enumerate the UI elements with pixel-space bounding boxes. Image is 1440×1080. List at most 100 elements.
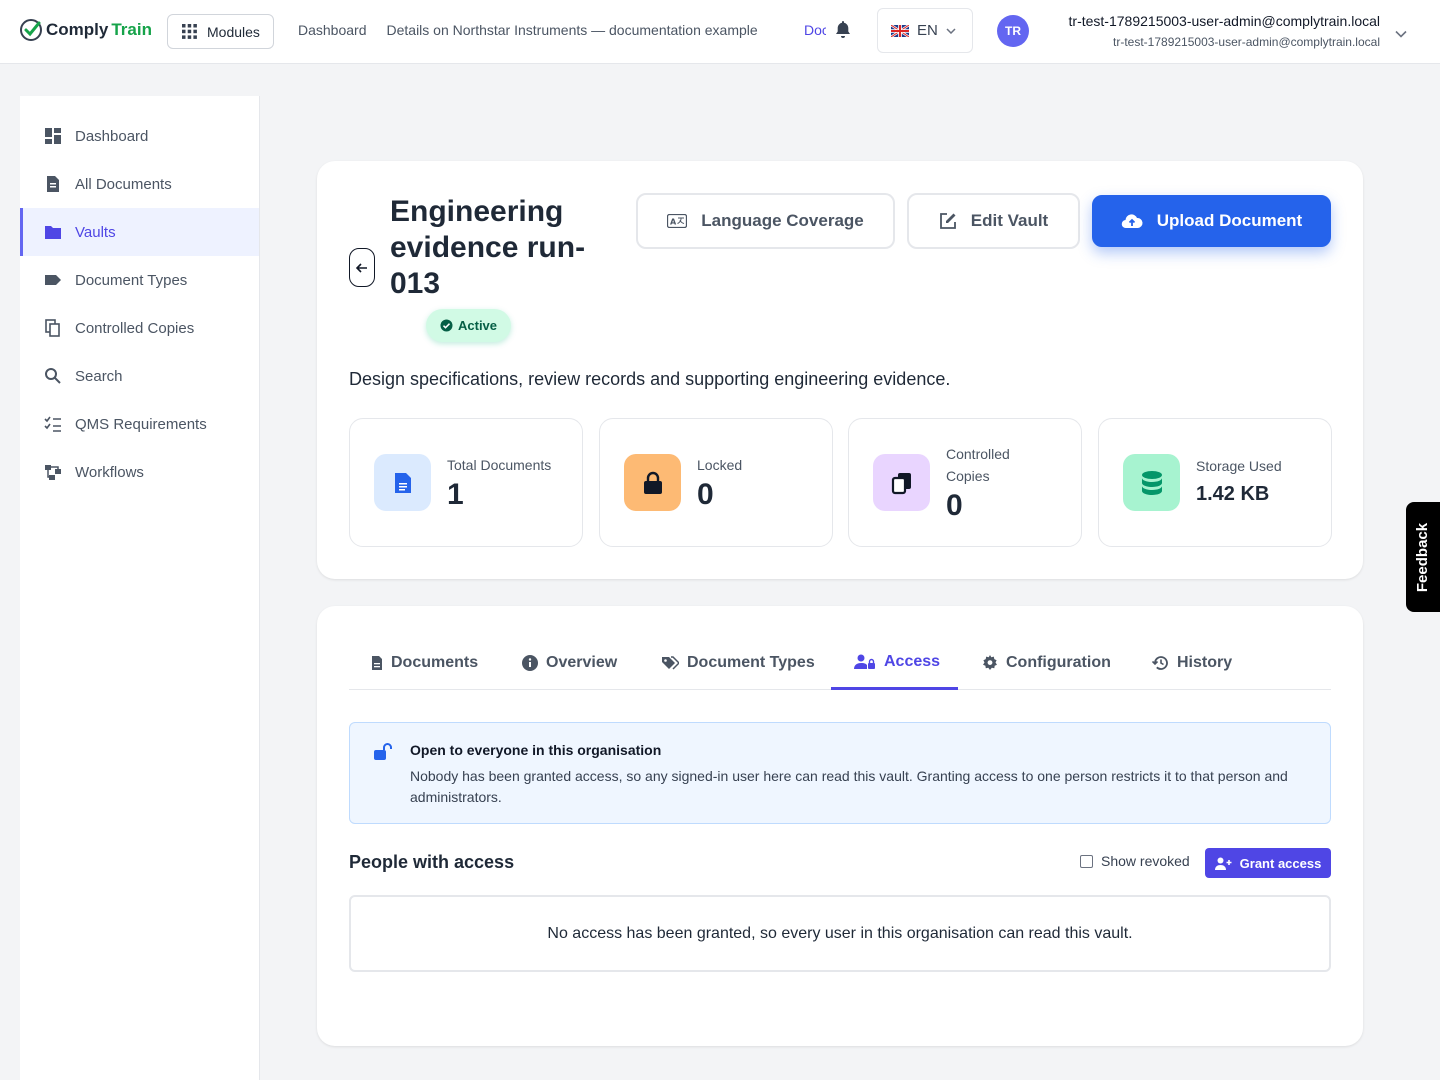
language-coverage-button[interactable]: A Language Coverage <box>636 193 895 249</box>
upload-document-button[interactable]: Upload Document <box>1092 195 1331 247</box>
tab-label: History <box>1177 654 1233 671</box>
search-icon <box>45 368 61 384</box>
modules-label: Modules <box>207 23 260 40</box>
sidebar-item-vaults[interactable]: Vaults <box>20 208 259 256</box>
sidebar-item-label: Workflows <box>75 463 144 481</box>
check-circle-icon <box>440 319 453 332</box>
sidebar-item-label: Dashboard <box>75 127 149 145</box>
sidebar-item-search[interactable]: Search <box>20 352 259 400</box>
edit-vault-button[interactable]: Edit Vault <box>907 193 1080 249</box>
sidebar-item-all-documents[interactable]: All Documents <box>20 160 259 208</box>
tab-label: Overview <box>546 654 618 671</box>
tab-documents[interactable]: Documents <box>371 636 478 690</box>
check-circle-icon <box>20 19 42 41</box>
sidebar-item-label: Document Types <box>75 271 188 289</box>
lock-icon <box>624 454 681 511</box>
show-revoked-label: Show revoked <box>1101 853 1190 869</box>
sidebar: Dashboard All Documents Vaults Document … <box>20 96 260 1080</box>
status-badge: Active <box>426 309 512 342</box>
status-label: Active <box>458 318 498 333</box>
page-title: Engineering evidence run-013 <box>390 195 586 300</box>
stat-locked: Locked 0 <box>599 418 833 547</box>
tab-label: Access <box>884 652 941 670</box>
feedback-button[interactable]: Feedback <box>1406 502 1440 612</box>
breadcrumb-current[interactable]: Documents <box>804 22 826 38</box>
people-with-access-heading: People with access <box>349 852 515 872</box>
tab-label: Document Types <box>687 654 815 671</box>
user-name[interactable]: tr-test-1789215003-user-admin@complytrai… <box>1069 13 1380 29</box>
breadcrumb: Dashboard Details on Northstar Instrumen… <box>298 22 758 38</box>
breadcrumb-organisation[interactable]: Details on Northstar Instruments — docum… <box>387 22 758 38</box>
tab-label: Configuration <box>1006 654 1111 671</box>
info-icon <box>522 655 538 671</box>
breadcrumb-dashboard[interactable]: Dashboard <box>298 22 367 38</box>
cloud-upload-icon <box>1121 214 1143 229</box>
stat-storage-used: Storage Used 1.42 KB <box>1098 418 1332 547</box>
tab-bar: Documents Overview Document Types Access… <box>349 636 1331 690</box>
grant-access-label: Grant access <box>1239 855 1322 871</box>
logo-text-comply: Comply <box>46 20 109 39</box>
stat-value: 1 <box>447 478 464 511</box>
show-revoked-checkbox[interactable] <box>1080 854 1093 868</box>
stat-label: Total Documents <box>447 457 552 473</box>
language-code: EN <box>917 22 938 39</box>
tab-access[interactable]: Access <box>831 636 958 690</box>
history-icon <box>1152 656 1168 670</box>
vault-content-card: Documents Overview Document Types Access… <box>317 606 1363 1046</box>
sidebar-item-label: Vaults <box>75 223 116 241</box>
stat-value: 0 <box>946 489 963 522</box>
modules-button[interactable]: Modules <box>167 14 274 49</box>
stat-label: Locked <box>697 457 743 473</box>
grant-access-button[interactable]: Grant access <box>1205 848 1331 878</box>
sidebar-item-workflows[interactable]: Workflows <box>20 448 259 496</box>
show-revoked-toggle[interactable]: Show revoked <box>1080 853 1190 869</box>
tab-label: Documents <box>391 654 479 671</box>
gear-icon <box>983 655 997 670</box>
user-menu-chevron-icon[interactable] <box>1395 25 1407 43</box>
user-plus-icon <box>1214 857 1232 870</box>
sidebar-item-label: QMS Requirements <box>75 415 207 433</box>
language-coverage-label: Language Coverage <box>701 211 864 230</box>
arrow-left-icon <box>356 262 367 273</box>
sidebar-item-document-types[interactable]: Document Types <box>20 256 259 304</box>
vault-header-card: Engineering evidence run-013 Active A La… <box>317 161 1363 579</box>
file-icon <box>372 656 382 670</box>
tab-document-types[interactable]: Document Types <box>661 636 815 690</box>
sidebar-item-label: All Documents <box>75 175 172 193</box>
avatar[interactable]: TR <box>997 15 1029 47</box>
top-bar: Comply Train Modules Dashboard Details on… <box>0 0 1440 64</box>
edit-vault-label: Edit Vault <box>970 211 1049 230</box>
database-icon <box>1123 454 1180 511</box>
document-icon <box>47 176 59 192</box>
user-email: tr-test-1789215003-user-admin@complytrai… <box>1113 35 1380 49</box>
logo-text-train: Train <box>111 20 152 39</box>
back-button[interactable] <box>349 248 375 287</box>
tags-icon <box>662 655 679 670</box>
sidebar-item-dashboard[interactable]: Dashboard <box>20 112 259 160</box>
tab-overview[interactable]: Overview <box>522 636 617 690</box>
language-icon: A <box>667 214 688 228</box>
sidebar-item-label: Search <box>75 367 123 385</box>
stat-label: Controlled Copies <box>946 446 1010 484</box>
notice-title: Open to everyone in this organisation <box>410 742 662 758</box>
language-selector[interactable]: EN <box>877 8 973 53</box>
folder-icon <box>45 226 61 239</box>
tab-history[interactable]: History <box>1152 636 1232 690</box>
stat-total-documents: Total Documents 1 <box>349 418 583 547</box>
sidebar-item-controlled-copies[interactable]: Controlled Copies <box>20 304 259 352</box>
file-icon <box>374 454 431 511</box>
chevron-down-icon <box>946 27 956 34</box>
vault-description: Design specifications, review records an… <box>349 369 951 389</box>
app-logo[interactable]: Comply Train <box>19 18 152 42</box>
feedback-label: Feedback <box>1414 522 1432 592</box>
unlock-icon <box>374 743 392 760</box>
sidebar-item-qms-requirements[interactable]: QMS Requirements <box>20 400 259 448</box>
svg-text:A: A <box>670 218 677 227</box>
copies-icon <box>873 454 930 511</box>
tab-configuration[interactable]: Configuration <box>982 636 1111 690</box>
notifications-bell-icon[interactable] <box>835 21 851 44</box>
stat-label: Storage Used <box>1196 458 1282 474</box>
stat-value: 0 <box>697 478 714 511</box>
empty-state-text: No access has been granted, so every use… <box>547 924 1133 942</box>
stat-controlled-copies: Controlled Copies 0 <box>848 418 1082 547</box>
